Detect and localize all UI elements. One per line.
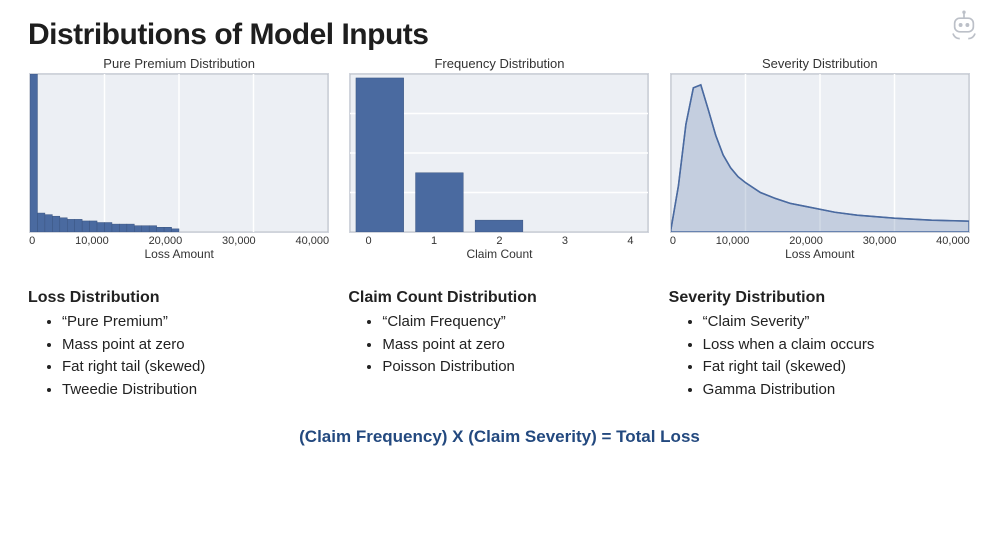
chart-frequency: Frequency Distribution 0 1 2 3 4: [348, 56, 650, 261]
x-label: Loss Amount: [785, 247, 854, 261]
formula: (Claim Frequency) X (Claim Severity) = T…: [28, 427, 971, 447]
tick: 0: [670, 235, 676, 247]
tick: 10,000: [716, 235, 750, 247]
chart-plot: [349, 73, 649, 233]
section-loss: Loss Distribution “Pure Premium” Mass po…: [28, 289, 330, 401]
list-item: “Claim Severity”: [703, 311, 971, 334]
chart-pure-premium: Pure Premium Distribution: [28, 56, 330, 261]
list-item: Tweedie Distribution: [62, 379, 330, 402]
section-list: “Claim Frequency” Mass point at zero Poi…: [348, 311, 650, 379]
slide: Distributions of Model Inputs Pure Premi…: [0, 0, 999, 543]
tick: 40,000: [296, 235, 330, 247]
tick: 2: [496, 235, 502, 247]
list-item: “Claim Frequency”: [382, 311, 650, 334]
section-heading: Claim Count Distribution: [348, 289, 650, 307]
list-item: Poisson Distribution: [382, 356, 650, 379]
tick: 4: [627, 235, 633, 247]
chart-severity: Severity Distribution 0 10,000 20,000 30…: [669, 56, 971, 261]
x-ticks: 0 10,000 20,000 30,000 40,000: [670, 233, 970, 247]
list-item: Fat right tail (skewed): [62, 356, 330, 379]
section-list: “Pure Premium” Mass point at zero Fat ri…: [28, 311, 330, 401]
list-item: Fat right tail (skewed): [703, 356, 971, 379]
tick: 10,000: [75, 235, 109, 247]
chart-title: Pure Premium Distribution: [103, 56, 255, 71]
chart-title: Frequency Distribution: [434, 56, 564, 71]
tick: 20,000: [789, 235, 823, 247]
tick: 30,000: [222, 235, 256, 247]
x-label: Loss Amount: [144, 247, 213, 261]
x-label: Claim Count: [466, 247, 532, 261]
tick: 3: [562, 235, 568, 247]
chart-plot: [670, 73, 970, 233]
text-row: Loss Distribution “Pure Premium” Mass po…: [28, 289, 971, 401]
tick: 1: [431, 235, 437, 247]
section-heading: Loss Distribution: [28, 289, 330, 307]
list-item: Mass point at zero: [382, 334, 650, 357]
section-list: “Claim Severity” Loss when a claim occur…: [669, 311, 971, 401]
robot-logo-icon: [947, 8, 981, 42]
section-claim-count: Claim Count Distribution “Claim Frequenc…: [348, 289, 650, 401]
page-title: Distributions of Model Inputs: [28, 18, 971, 52]
list-item: Mass point at zero: [62, 334, 330, 357]
tick: 40,000: [936, 235, 970, 247]
x-ticks: 0 10,000 20,000 30,000 40,000: [29, 233, 329, 247]
tick: 0: [29, 235, 35, 247]
tick: 0: [365, 235, 371, 247]
section-severity: Severity Distribution “Claim Severity” L…: [669, 289, 971, 401]
section-heading: Severity Distribution: [669, 289, 971, 307]
x-ticks: 0 1 2 3 4: [349, 233, 649, 247]
tick: 20,000: [149, 235, 183, 247]
chart-title: Severity Distribution: [762, 56, 878, 71]
chart-plot: [29, 73, 329, 233]
tick: 30,000: [863, 235, 897, 247]
list-item: “Pure Premium”: [62, 311, 330, 334]
charts-row: Pure Premium Distribution: [28, 56, 971, 261]
list-item: Loss when a claim occurs: [703, 334, 971, 357]
list-item: Gamma Distribution: [703, 379, 971, 402]
